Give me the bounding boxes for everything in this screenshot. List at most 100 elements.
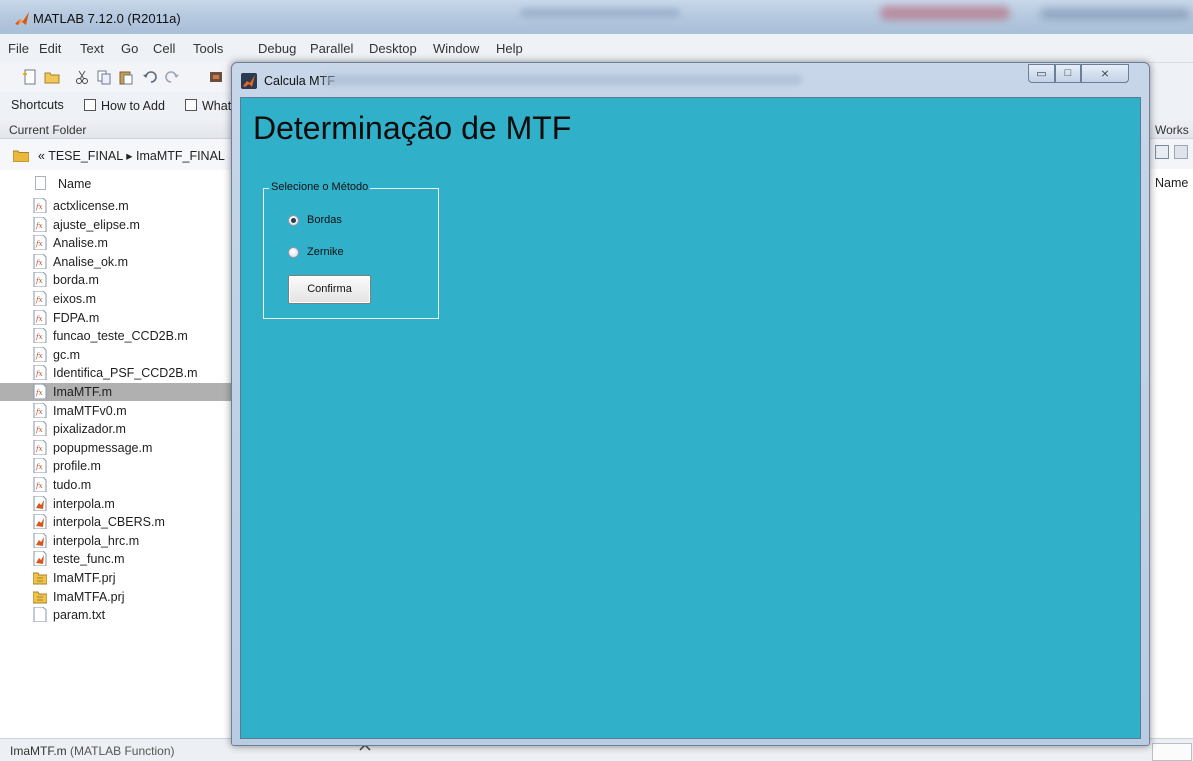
- file-list-item[interactable]: interpola_hrc.m: [0, 532, 234, 550]
- svg-text:fx: fx: [35, 222, 43, 230]
- menu-debug[interactable]: Debug: [258, 41, 296, 56]
- file-name: profile.m: [53, 459, 101, 474]
- file-list-item[interactable]: fx popupmessage.m: [0, 439, 234, 457]
- workspace-name-column[interactable]: Name: [1155, 176, 1188, 190]
- file-list-item[interactable]: fx actxlicense.m: [0, 197, 234, 215]
- how-to-add-shortcut[interactable]: How to Add: [84, 98, 165, 113]
- workspace-toolbar: [1150, 139, 1193, 169]
- menu-edit[interactable]: Edit: [39, 41, 61, 56]
- mfile-script-icon: [33, 550, 47, 567]
- mfile-function-icon: fx: [33, 457, 47, 474]
- menu-desktop[interactable]: Desktop: [369, 41, 417, 56]
- file-list-item[interactable]: fx pixalizador.m: [0, 420, 234, 438]
- file-name: interpola.m: [53, 496, 115, 511]
- radio-button-icon[interactable]: [288, 247, 299, 258]
- current-folder-header[interactable]: Current Folder: [0, 119, 240, 139]
- close-button[interactable]: ⨯: [1081, 64, 1129, 83]
- file-list-item[interactable]: ImaMTFA.prj: [0, 588, 234, 606]
- file-list-item[interactable]: ImaMTF.prj: [0, 569, 234, 587]
- mfile-script-icon: [33, 495, 47, 512]
- shortcut-link-icon: [84, 99, 96, 111]
- mfile-function-icon: fx: [33, 234, 47, 251]
- mfile-function-icon: fx: [33, 327, 47, 344]
- file-list-item[interactable]: fx gc.m: [0, 346, 234, 364]
- svg-text:fx: fx: [35, 408, 43, 416]
- file-list-item[interactable]: fx eixos.m: [0, 290, 234, 308]
- menu-go[interactable]: Go: [121, 41, 138, 56]
- file-name: popupmessage.m: [53, 440, 153, 455]
- file-list-item[interactable]: param.txt: [0, 606, 234, 624]
- minimize-button[interactable]: ▭: [1028, 64, 1055, 83]
- file-name: teste_func.m: [53, 552, 125, 567]
- mfile-function-icon: fx: [33, 290, 47, 307]
- shortcuts-bar: Shortcuts How to Add What's New: [0, 92, 268, 120]
- new-variable-icon[interactable]: [1155, 145, 1169, 159]
- app-title: MATLAB 7.12.0 (R2011a): [33, 11, 181, 26]
- file-list-item[interactable]: fx Analise.m: [0, 234, 234, 252]
- file-list-item[interactable]: interpola.m: [0, 495, 234, 513]
- workspace-header[interactable]: Works: [1150, 119, 1193, 139]
- copy-icon[interactable]: [96, 69, 112, 85]
- file-list-item[interactable]: fx ajuste_elipse.m: [0, 216, 234, 234]
- name-column-header[interactable]: Name: [0, 170, 234, 196]
- file-list-item[interactable]: fx profile.m: [0, 457, 234, 475]
- menu-tools[interactable]: Tools: [193, 41, 223, 56]
- shortcut-link-icon: [185, 99, 197, 111]
- radio-button-icon[interactable]: [288, 215, 299, 226]
- menu-text[interactable]: Text: [80, 41, 104, 56]
- menu-file[interactable]: File: [8, 41, 29, 56]
- svg-text:fx: fx: [35, 426, 43, 434]
- file-list-item[interactable]: fx ImaMTF.m: [0, 383, 234, 401]
- method-group-title: Selecione o Método: [269, 181, 371, 193]
- file-name: interpola_CBERS.m: [53, 515, 165, 530]
- paste-icon[interactable]: [118, 69, 134, 85]
- file-list-item[interactable]: interpola_CBERS.m: [0, 513, 234, 531]
- new-file-icon[interactable]: [22, 69, 38, 85]
- file-list-item[interactable]: fx borda.m: [0, 271, 234, 289]
- figure-heading: Determinação de MTF: [253, 110, 572, 146]
- figure-titlebar[interactable]: Calcula MTF ▭ □ ⨯: [232, 63, 1149, 97]
- folder-path[interactable]: « TESE_FINAL ▸ ImaMTF_FINAL: [38, 148, 225, 163]
- file-list-item[interactable]: fx FDPA.m: [0, 309, 234, 327]
- file-name: ajuste_elipse.m: [53, 217, 140, 232]
- file-name: ImaMTFv0.m: [53, 403, 127, 418]
- menu-help[interactable]: Help: [496, 41, 523, 56]
- folder-path-bar[interactable]: « TESE_FINAL ▸ ImaMTF_FINAL: [0, 139, 240, 171]
- file-name: gc.m: [53, 347, 81, 362]
- mfile-function-icon: fx: [33, 216, 47, 233]
- file-list-item[interactable]: fx funcao_teste_CCD2B.m: [0, 327, 234, 345]
- mfile-function-icon: fx: [33, 402, 47, 419]
- confirma-button[interactable]: Confirma: [288, 275, 371, 304]
- file-list-item[interactable]: fx ImaMTFv0.m: [0, 402, 234, 420]
- menu-parallel[interactable]: Parallel: [310, 41, 353, 56]
- folder-icon: [13, 150, 29, 162]
- file-list-item[interactable]: fx Analise_ok.m: [0, 253, 234, 271]
- svg-text:fx: fx: [35, 259, 43, 267]
- file-list-item[interactable]: fx Identifica_PSF_CCD2B.m: [0, 364, 234, 382]
- file-list-item[interactable]: teste_func.m: [0, 550, 234, 568]
- mfile-function-icon: fx: [33, 197, 47, 214]
- mfile-script-icon: [33, 513, 47, 530]
- menu-window[interactable]: Window: [433, 41, 479, 56]
- workspace-list: Name: [1150, 169, 1193, 738]
- mfile-function-icon: fx: [33, 383, 47, 400]
- file-name: FDPA.m: [53, 310, 100, 325]
- simulink-icon[interactable]: [208, 69, 224, 85]
- svg-text:fx: fx: [35, 240, 43, 248]
- open-folder-icon[interactable]: [44, 69, 60, 85]
- maximize-button[interactable]: □: [1055, 64, 1081, 83]
- redo-icon[interactable]: [164, 69, 180, 85]
- file-list-item[interactable]: fx tudo.m: [0, 476, 234, 494]
- file-name: Identifica_PSF_CCD2B.m: [53, 366, 198, 381]
- undo-icon[interactable]: [142, 69, 158, 85]
- file-list: Name fx actxlicense.m fx ajuste_elipse.m fx A…: [0, 170, 234, 738]
- horizontal-scrollbar[interactable]: [1152, 743, 1192, 761]
- menubar: File Edit Text Go Cell Tools Debug Paral…: [0, 34, 1193, 63]
- svg-text:fx: fx: [35, 482, 43, 490]
- file-name: eixos.m: [53, 292, 97, 306]
- import-data-icon[interactable]: [1174, 145, 1188, 159]
- cut-icon[interactable]: [74, 69, 90, 85]
- menu-cell[interactable]: Cell: [153, 41, 175, 56]
- radio-zernike-label: Zernike: [307, 246, 344, 258]
- mfile-script-icon: [33, 532, 47, 549]
